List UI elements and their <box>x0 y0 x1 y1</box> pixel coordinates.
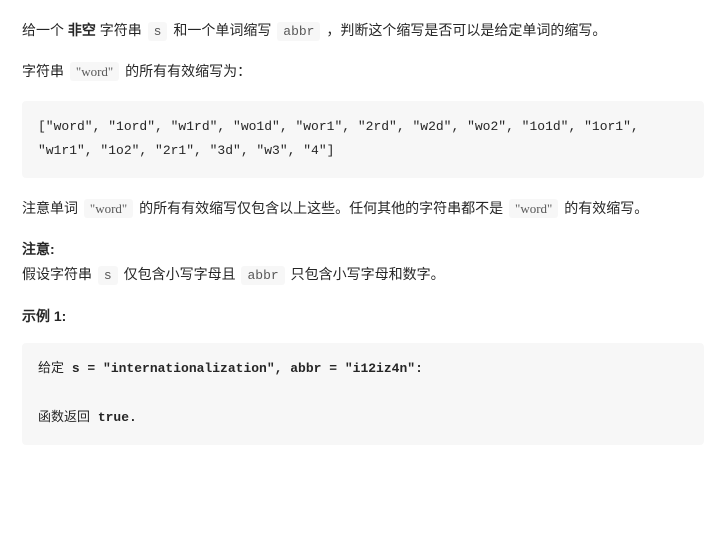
text: 字符串 <box>96 22 146 38</box>
text: 的所有有效缩写为： <box>121 63 251 79</box>
example-label: 示例 1: <box>22 304 704 329</box>
text: 假设字符串 <box>22 266 96 282</box>
bold-text: true. <box>98 410 137 425</box>
bold-text: 非空 <box>68 22 96 38</box>
text: 只包含小写字母和数字。 <box>287 266 445 282</box>
inline-code-s: s <box>98 266 118 285</box>
notice-paragraph-1: 注意单词 "word" 的所有有效缩写仅包含以上这些。任何其他的字符串都不是 "… <box>22 196 704 221</box>
text: 给一个 <box>22 22 68 38</box>
text: 给定 <box>38 361 72 376</box>
intro-paragraph: 给一个 非空 字符串 s 和一个单词缩写 abbr ，判断这个缩写是否可以是给定… <box>22 18 704 43</box>
text: 字符串 <box>22 63 68 79</box>
text: ，判断这个缩写是否可以是给定单词的缩写。 <box>322 22 606 38</box>
inline-code-word: "word" <box>70 62 119 81</box>
valid-abbr-paragraph: 字符串 "word" 的所有有效缩写为： <box>22 59 704 84</box>
notice-label: 注意: <box>22 241 55 257</box>
text: 和一个单词缩写 <box>169 22 275 38</box>
inline-code-word: "word" <box>84 199 133 218</box>
text: 注意单词 <box>22 200 82 216</box>
text: 的有效缩写。 <box>560 200 648 216</box>
inline-code-abbr: abbr <box>241 266 284 285</box>
inline-code-s: s <box>148 22 168 41</box>
notice-section: 注意: 假设字符串 s 仅包含小写字母且 abbr 只包含小写字母和数字。 <box>22 237 704 288</box>
bold-text: s = "internationalization", abbr = "i12i… <box>72 361 423 376</box>
problem-description: 给一个 非空 字符串 s 和一个单词缩写 abbr ，判断这个缩写是否可以是给定… <box>0 0 726 463</box>
text: 函数返回 <box>38 410 98 425</box>
text: 的所有有效缩写仅包含以上这些。任何其他的字符串都不是 <box>135 200 507 216</box>
example-block: 给定 s = "internationalization", abbr = "i… <box>22 343 704 445</box>
inline-code-abbr: abbr <box>277 22 320 41</box>
text: 仅包含小写字母且 <box>120 266 240 282</box>
inline-code-word: "word" <box>509 199 558 218</box>
abbreviation-list-block: ["word", "1ord", "w1rd", "wo1d", "wor1",… <box>22 101 704 178</box>
